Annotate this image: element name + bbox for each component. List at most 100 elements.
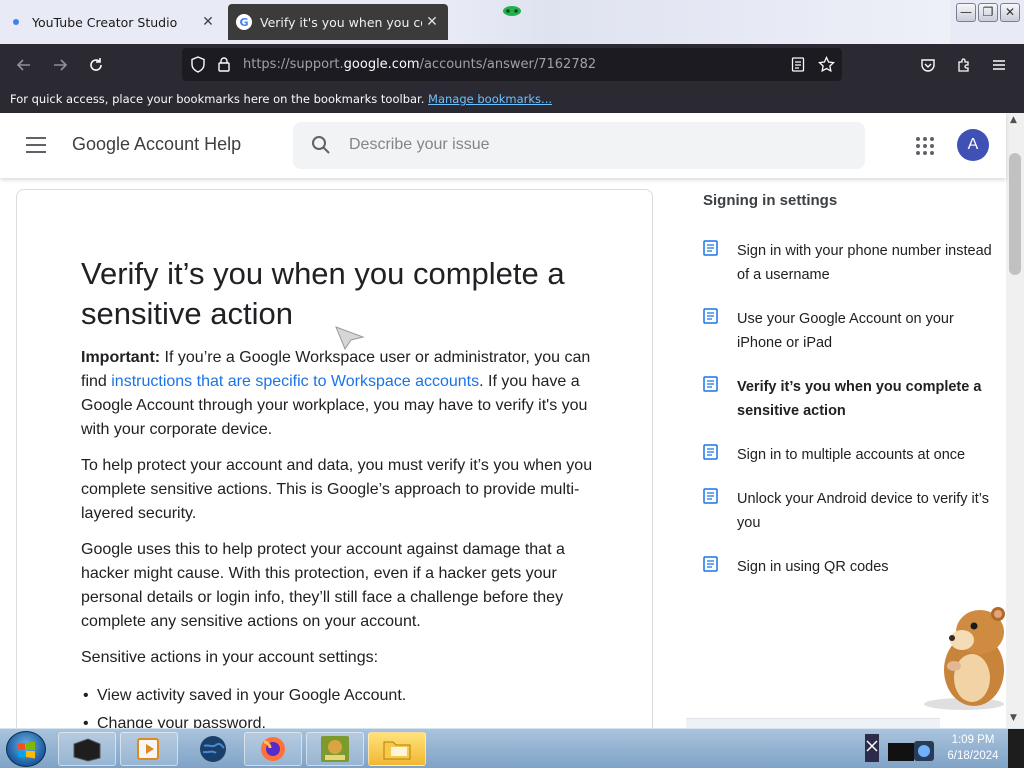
tab-close-icon[interactable]: ✕ (198, 14, 218, 30)
clock-date: 6/18/2024 (947, 750, 999, 762)
reader-view-icon[interactable] (791, 57, 805, 72)
lock-icon[interactable] (217, 56, 231, 73)
document-icon (703, 488, 718, 504)
important-label: Important: (81, 349, 161, 366)
site-title[interactable]: Google Account Help (72, 134, 241, 155)
restore-button[interactable]: ❐ (978, 3, 998, 22)
shield-icon[interactable] (190, 56, 206, 73)
taskbar-app-black-box[interactable] (58, 732, 116, 766)
article-card: Verify it’s you when you complete a sens… (16, 189, 653, 749)
sidebar-item-multiple-accounts[interactable]: Sign in to multiple accounts at once (703, 443, 998, 467)
google-apps-icon[interactable] (916, 137, 934, 155)
hamster-desktop-pet-icon[interactable] (918, 604, 1010, 712)
account-avatar[interactable]: A (957, 129, 989, 161)
tab-youtube-creator-studio[interactable]: YouTube Creator Studio ✕ (0, 4, 224, 40)
start-button[interactable] (6, 731, 46, 767)
tab-verify-its-you[interactable]: G Verify it's you when you complete ✕ (228, 4, 448, 40)
extensions-button[interactable] (951, 52, 977, 78)
menu-icon (993, 60, 1005, 70)
puzzle-piece-icon (958, 58, 969, 72)
sidebar-item-verify-sensitive-action[interactable]: Verify it’s you when you complete a sens… (703, 375, 998, 423)
sidebar-item-android-unlock[interactable]: Unlock your Android device to verify it’… (703, 487, 998, 535)
url-text[interactable]: https://support.google.com/accounts/answ… (243, 57, 596, 72)
minimize-button[interactable]: — (956, 3, 976, 22)
document-icon (703, 376, 718, 392)
show-desktop-button[interactable] (1008, 729, 1024, 768)
taskbar-app-explorer[interactable] (368, 732, 426, 766)
search-input[interactable]: Describe your issue (293, 122, 865, 169)
help-center-header: Google Account Help Describe your issue (0, 113, 1006, 178)
manage-bookmarks-link[interactable]: Manage bookmarks... (428, 92, 552, 106)
game-box-icon (321, 736, 349, 762)
workspace-instructions-link[interactable]: instructions that are specific to Worksp… (111, 373, 479, 390)
forward-button[interactable] (47, 52, 73, 78)
reload-button[interactable] (83, 52, 109, 78)
taskbar-clock[interactable]: 1:09 PM 6/18/2024 (940, 732, 1006, 764)
alien-decoration-icon (503, 6, 521, 16)
bookmarks-message: For quick access, place your bookmarks h… (10, 92, 425, 106)
sidebar-item-label: Use your Google Account on your iPhone o… (737, 311, 954, 351)
tab-title: YouTube Creator Studio (32, 14, 178, 30)
search-placeholder: Describe your issue (349, 136, 490, 153)
reload-icon (90, 58, 102, 71)
document-icon (703, 308, 718, 324)
taskbar-app-globe[interactable] (184, 732, 242, 766)
url-prefix: https://support. (243, 57, 344, 72)
list-item: View activity saved in your Google Accou… (81, 682, 601, 710)
pocket-icon (921, 59, 935, 72)
windows-logo-icon (18, 741, 35, 759)
clock-time: 1:09 PM (951, 734, 995, 746)
tab-strip: YouTube Creator Studio ✕ G Verify it's y… (0, 0, 1024, 44)
globe-icon (200, 736, 226, 762)
bookmarks-toolbar: For quick access, place your bookmarks h… (0, 86, 1024, 113)
firefox-icon (261, 737, 285, 761)
sidebar-heading: Signing in settings (703, 192, 838, 209)
sidebar-item-qr-codes[interactable]: Sign in using QR codes (703, 555, 998, 579)
page-bottom-strip (686, 718, 940, 728)
pocket-button[interactable] (915, 52, 941, 78)
article-paragraph: Google uses this to help protect your ac… (81, 541, 565, 630)
network-tray-icon[interactable] (884, 735, 938, 765)
window-controls: — ❐ ✕ (956, 3, 1020, 22)
mouse-cursor-icon (335, 326, 365, 350)
sidebar-item-label: Sign in to multiple accounts at once (737, 447, 966, 463)
bookmark-star-icon[interactable] (818, 56, 835, 73)
article-title: Verify it’s you when you complete a sens… (81, 256, 565, 331)
arrow-left-icon (16, 59, 30, 71)
url-path: /accounts/answer/7162782 (419, 57, 597, 72)
sidebar-item-label: Unlock your Android device to verify it’… (737, 491, 989, 531)
tab-loading-dot-icon (13, 19, 19, 25)
tab-close-icon[interactable]: ✕ (422, 14, 442, 30)
navigation-toolbar: https://support.google.com/accounts/answ… (0, 44, 1024, 86)
sidebar-item-phone-number-sign-in[interactable]: Sign in with your phone number instead o… (703, 239, 998, 287)
important-paragraph: Important: If you’re a Google Workspace … (81, 346, 601, 442)
taskbar-app-game-box[interactable] (306, 732, 364, 766)
taskbar-app-firefox[interactable] (244, 732, 302, 766)
sidebar-item-label: Sign in with your phone number instead o… (737, 243, 992, 283)
related-articles-sidebar: Signing in settings Sign in with your ph… (703, 192, 998, 599)
sidebar-item-label: Sign in using QR codes (737, 559, 889, 575)
close-window-button[interactable]: ✕ (1000, 3, 1020, 22)
scroll-down-icon[interactable]: ▼ (1010, 713, 1017, 723)
main-menu-icon[interactable] (26, 137, 46, 153)
address-bar[interactable]: https://support.google.com/accounts/answ… (182, 48, 842, 81)
document-icon (703, 240, 718, 256)
document-icon (703, 444, 718, 460)
sidebar-item-iphone-ipad[interactable]: Use your Google Account on your iPhone o… (703, 307, 998, 355)
app-menu-button[interactable] (986, 52, 1012, 78)
taskbar-app-media-player[interactable] (120, 732, 178, 766)
scroll-up-icon[interactable]: ▲ (1010, 115, 1017, 125)
scroll-thumb[interactable] (1009, 153, 1021, 275)
article-paragraph: To help protect your account and data, y… (81, 457, 593, 522)
article-paragraph: Sensitive actions in your account settin… (81, 649, 379, 666)
arrow-right-icon (54, 59, 68, 71)
back-button[interactable] (11, 52, 37, 78)
tray-app-icon[interactable] (864, 733, 880, 763)
folder-icon (383, 741, 411, 760)
document-icon (703, 556, 718, 572)
system-tray (864, 731, 940, 767)
media-player-icon (137, 738, 159, 760)
sidebar-item-label: Verify it’s you when you complete a sens… (737, 379, 982, 419)
url-domain: google.com (343, 57, 420, 72)
search-icon (312, 136, 330, 154)
